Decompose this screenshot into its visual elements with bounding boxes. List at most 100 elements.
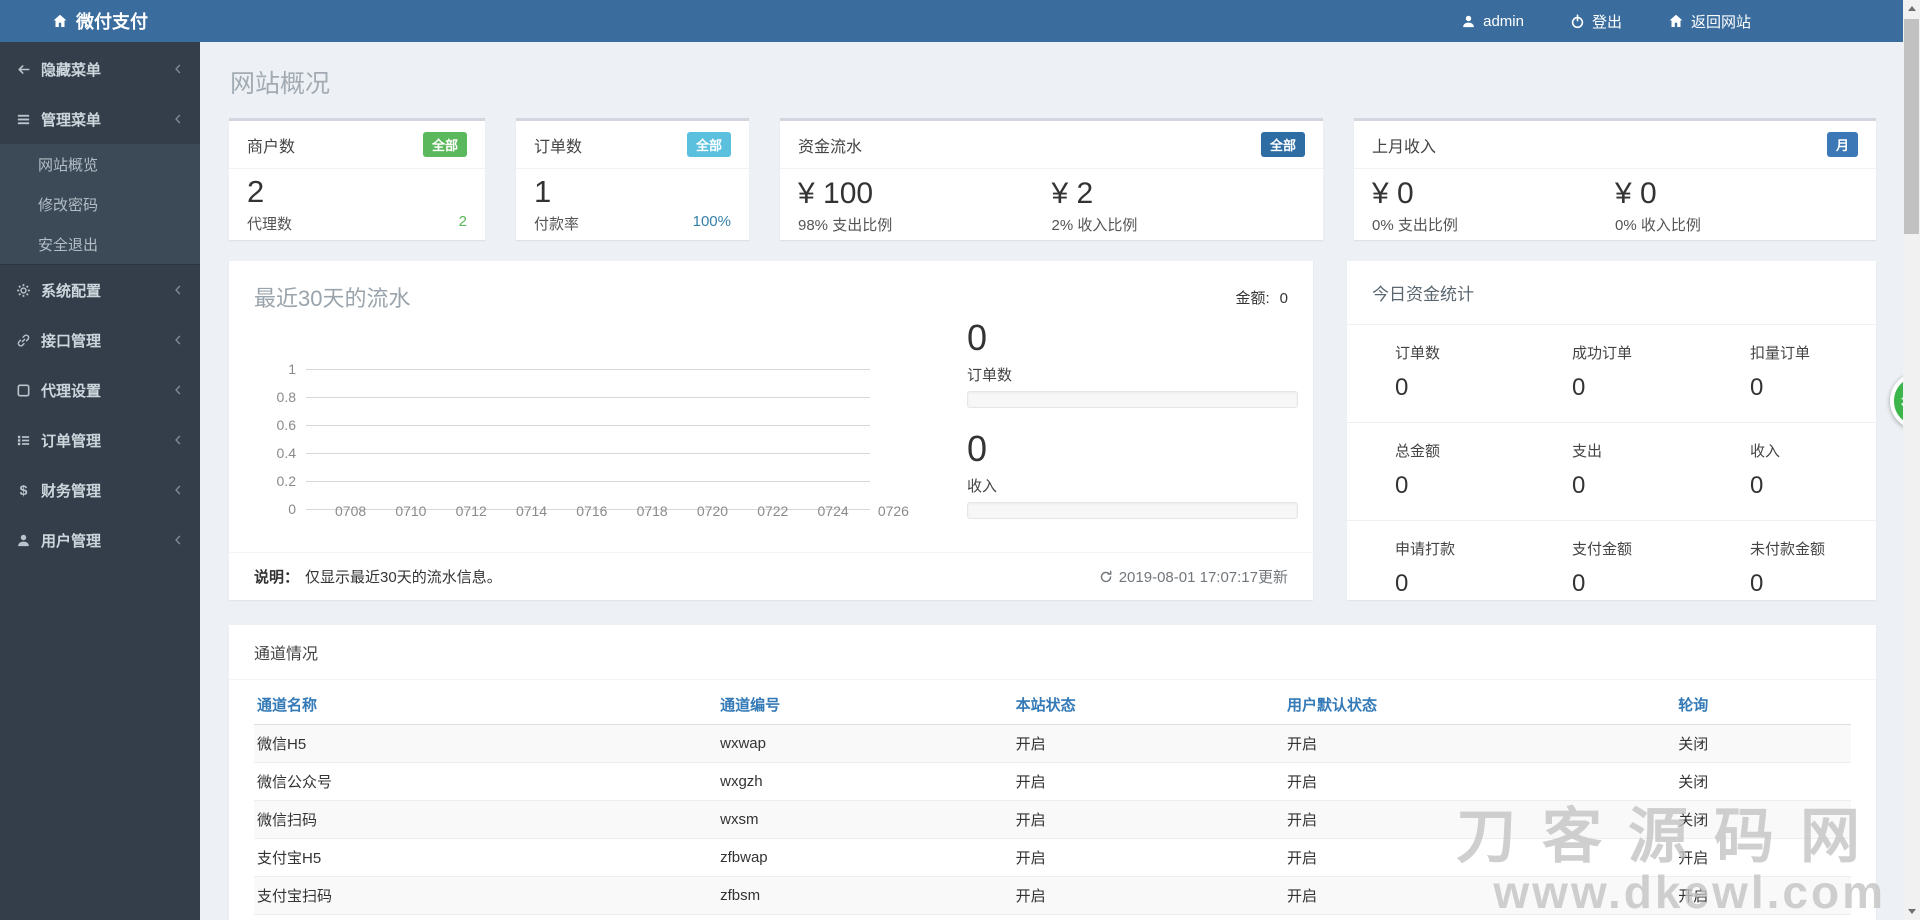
arrow-left-icon [16, 62, 31, 77]
power-icon [1570, 13, 1585, 29]
chevron-left-icon [172, 484, 184, 496]
table-cell: 关闭 [1675, 915, 1851, 920]
today-cell: 未付款金额 0 [1750, 541, 1826, 597]
refresh-control[interactable]: 2019-08-01 17:07:17更新 [1099, 566, 1288, 587]
page-title: 网站概况 [230, 70, 331, 98]
sidebar-item-system-config[interactable]: 系统配置 [0, 265, 200, 315]
card-sub-label: 0% 支出比例 [1372, 217, 1458, 234]
col-header-channel-code[interactable]: 通道编号 [717, 685, 1013, 725]
table-cell: 开启 [1015, 774, 1046, 791]
chevron-left-icon [172, 63, 184, 75]
chart-note: 说明： 仅显示最近30天的流水信息。 [254, 566, 502, 587]
table-cell: 开启 [1287, 736, 1318, 753]
sidebar-item-order-manage[interactable]: 订单管理 [0, 415, 200, 465]
brand-title: 微付支付 [76, 12, 148, 32]
sidebar-item-interface-manage[interactable]: 接口管理 [0, 315, 200, 365]
panel-title: 通道情况 [229, 625, 1876, 680]
table-cell: 开启 [1013, 915, 1284, 920]
table-cell: 关闭 [1678, 774, 1709, 791]
chevron-left-icon [172, 384, 184, 396]
card-sub-label: 2% 收入比例 [1051, 217, 1138, 234]
y-tick: 1 [288, 361, 296, 377]
sidebar-item-label: 订单管理 [41, 432, 102, 450]
panel-title: 最近30天的流水 [254, 286, 411, 311]
channel-table: 通道名称 通道编号 本站状态 用户默认状态 轮询 微信H5 wxwap 开启 开… [254, 685, 1851, 920]
note-label: 说明： [254, 569, 300, 586]
card-value: ¥ 100 [798, 177, 874, 210]
table-cell: zfbsm [720, 887, 761, 904]
card-value: ¥ 0 [1615, 177, 1657, 210]
card-badge[interactable]: 全部 [422, 132, 467, 157]
table-cell: zfbwap [720, 849, 768, 866]
sidebar-item-label: 用户管理 [41, 532, 102, 550]
progress-bar [967, 502, 1298, 519]
table-cell: wxwap [720, 735, 766, 752]
sidebar-subitem-change-password[interactable]: 修改密码 [0, 184, 200, 224]
x-tick: 0718 [636, 503, 668, 519]
card-title: 订单数 [534, 138, 583, 156]
nav-user[interactable]: admin [1461, 13, 1524, 30]
sidebar-item-finance-manage[interactable]: $ 财务管理 [0, 465, 200, 515]
today-row: 总金额 0 支出 0 收入 0 [1347, 423, 1876, 521]
sidebar-item-user-manage[interactable]: 用户管理 [0, 515, 200, 565]
card-value: ¥ 0 [1372, 177, 1414, 210]
today-cell: 支付金额 0 [1572, 541, 1633, 597]
stat-card-orders: 订单数 全部 1 付款率 100% [516, 118, 749, 240]
nav-logout-label: 登出 [1591, 13, 1622, 31]
today-row: 申请打款 0 支付金额 0 未付款金额 0 [1347, 521, 1876, 618]
table-cell: 开启 [1015, 812, 1046, 829]
table-cell: 开启 [1015, 736, 1046, 753]
scrollbar[interactable] [1903, 0, 1920, 920]
card-badge[interactable]: 月 [1826, 132, 1858, 157]
stat-label: 订单数 [967, 367, 1013, 384]
col-header-channel-name[interactable]: 通道名称 [254, 685, 718, 725]
scroll-up-arrow[interactable] [1903, 0, 1920, 17]
list-icon [16, 433, 31, 448]
flow-stat-income: 0 收入 [967, 430, 1298, 519]
card-sub-label: 代理数 [247, 216, 293, 233]
card-sub-label: 付款率 [534, 216, 580, 233]
refresh-icon [1099, 570, 1113, 584]
nav-logout[interactable]: 登出 [1570, 11, 1622, 32]
col-header-user-default-status[interactable]: 用户默认状态 [1284, 685, 1676, 725]
x-tick: 0726 [877, 503, 909, 519]
nav-back-label: 返回网站 [1690, 13, 1751, 31]
sidebar-item-label: 财务管理 [41, 482, 102, 500]
sidebar-submenu: 网站概览 修改密码 安全退出 [0, 144, 200, 265]
card-badge[interactable]: 全部 [686, 132, 731, 157]
stat-value: 0 [967, 317, 988, 358]
card-badge[interactable]: 全部 [1260, 132, 1305, 157]
nav-back-site[interactable]: 返回网站 [1668, 11, 1751, 32]
card-title: 上月收入 [1372, 138, 1437, 156]
col-header-site-status[interactable]: 本站状态 [1012, 685, 1285, 725]
card-value: 2 [247, 174, 265, 209]
brand[interactable]: 微付支付 [0, 8, 200, 34]
sidebar-item-hide-menu[interactable]: 隐藏菜单 [0, 44, 200, 94]
table-cell: 微信H5 [257, 736, 307, 753]
card-value: ¥ 2 [1051, 177, 1094, 210]
panel-title: 今日资金统计 [1347, 261, 1876, 325]
card-sub-value: 100% [692, 213, 731, 230]
subitem-label: 网站概览 [38, 156, 99, 174]
table-cell: 开启 [1287, 850, 1318, 867]
chart-gridline [306, 424, 870, 426]
scrollbar-thumb[interactable] [1904, 19, 1919, 234]
scroll-down-arrow[interactable] [1903, 903, 1920, 920]
sidebar-item-manage-menu[interactable]: 管理菜单 [0, 94, 200, 144]
note-text: 仅显示最近30天的流水信息。 [305, 569, 502, 586]
table-header-row: 通道名称 通道编号 本站状态 用户默认状态 轮询 [254, 685, 1851, 725]
col-header-polling[interactable]: 轮询 [1675, 685, 1851, 725]
today-row: 订单数 0 成功订单 0 扣量订单 0 [1347, 325, 1876, 423]
chevron-left-icon [172, 434, 184, 446]
sidebar-item-agent-settings[interactable]: 代理设置 [0, 365, 200, 415]
sidebar-item-label: 代理设置 [41, 382, 102, 400]
square-icon [16, 383, 31, 398]
today-cell: 总金额 0 [1395, 443, 1441, 499]
table-row: 微信扫码 wxsm 开启 开启 关闭 [254, 800, 1851, 839]
home-icon [1668, 13, 1684, 29]
table-cell: wxgzh [720, 773, 763, 790]
chart-gridline [306, 396, 870, 398]
stat-cards-row: 商户数 全部 2 代理数 2 订单数 全部 1 付款率 100% 资金流水 全部… [229, 118, 1876, 240]
sidebar-subitem-site-overview[interactable]: 网站概览 [0, 144, 200, 184]
sidebar-subitem-safe-exit[interactable]: 安全退出 [0, 224, 200, 264]
